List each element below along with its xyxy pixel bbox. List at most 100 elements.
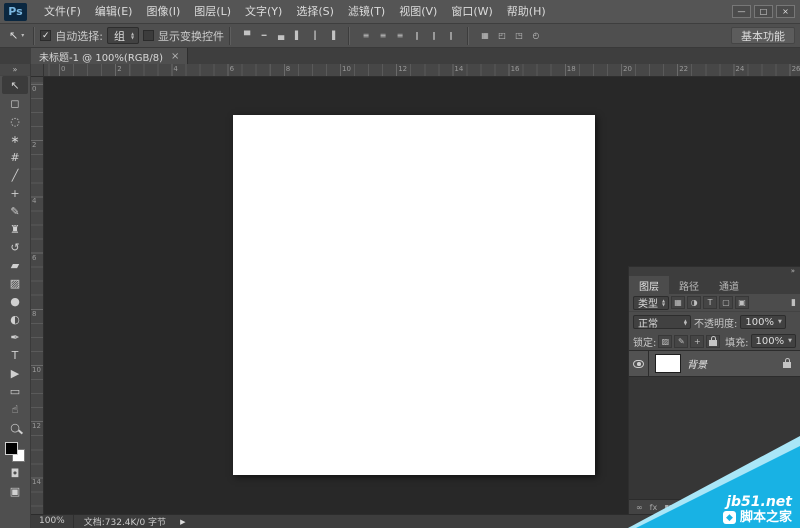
- horizontal-ruler[interactable]: 0 2 4 6 8 10 12 14 16 18 20 22 24 26: [31, 64, 800, 77]
- eyedropper-tool[interactable]: ╱: [2, 166, 28, 184]
- menu-item-type[interactable]: 文字(Y): [238, 0, 289, 24]
- ruler-tick-label: 8: [32, 309, 37, 318]
- lock-all-icon[interactable]: [706, 334, 721, 348]
- rotate-3d-icon[interactable]: ◰: [494, 28, 510, 44]
- brush-tool[interactable]: ✎: [2, 202, 28, 220]
- lock-position-icon[interactable]: +: [690, 334, 705, 348]
- distribute-vcenter-icon[interactable]: ≡: [375, 28, 391, 44]
- filter-smartobject-icon[interactable]: ▣: [735, 296, 750, 309]
- lasso-tool[interactable]: ◌: [2, 112, 28, 130]
- filter-type-layer-icon[interactable]: T: [703, 296, 718, 309]
- delete-layer-icon[interactable]: ⊠: [721, 503, 728, 512]
- canvas[interactable]: [233, 115, 595, 475]
- quick-selection-tool[interactable]: ∗: [2, 130, 28, 148]
- filter-type-select[interactable]: 类型 ▲ ▼: [633, 295, 670, 310]
- menu-item-view[interactable]: 视图(V): [392, 0, 444, 24]
- ruler-tick-label: 12: [398, 65, 408, 73]
- document-tab[interactable]: 未标题-1 @ 100%(RGB/8) ×: [31, 48, 189, 64]
- lock-paint-icon[interactable]: ✎: [674, 334, 689, 348]
- status-flyout-icon[interactable]: ▶: [180, 518, 185, 526]
- minimize-button[interactable]: —: [732, 5, 751, 18]
- lock-transparency-icon[interactable]: ▨: [658, 334, 673, 348]
- adjustment-layer-icon[interactable]: ◑: [679, 503, 686, 512]
- hand-tool[interactable]: ☝: [2, 400, 28, 418]
- new-layer-icon[interactable]: ⊞: [707, 503, 714, 512]
- horizontal-type-tool[interactable]: T: [2, 346, 28, 364]
- distribute-right-icon[interactable]: ∥: [443, 28, 459, 44]
- align-right-icon[interactable]: ▐: [324, 28, 340, 44]
- distribute-hcenter-icon[interactable]: ∥: [426, 28, 442, 44]
- path-selection-tool[interactable]: ▶: [2, 364, 28, 382]
- distribute-left-icon[interactable]: ∥: [409, 28, 425, 44]
- align-top-icon[interactable]: ▀: [239, 28, 255, 44]
- blur-tool[interactable]: ●: [2, 292, 28, 310]
- foreground-color-swatch[interactable]: [5, 442, 18, 455]
- filter-adjustment-icon[interactable]: ◑: [687, 296, 702, 309]
- ruler-tick-label: 0: [61, 65, 66, 73]
- align-left-icon[interactable]: ▌: [290, 28, 306, 44]
- menu-item-window[interactable]: 窗口(W): [444, 0, 499, 24]
- quick-selection-tool-icon: ∗: [10, 132, 20, 146]
- align-bottom-icon[interactable]: ▄: [273, 28, 289, 44]
- gradient-tool[interactable]: ▨: [2, 274, 28, 292]
- tool-preset-picker[interactable]: ↖ ▾: [5, 29, 28, 42]
- collapse-panels-icon[interactable]: »: [791, 267, 795, 276]
- pan-3d-icon[interactable]: ◴: [528, 28, 544, 44]
- filter-toggle-icon[interactable]: ▮: [791, 298, 796, 308]
- menu-item-select[interactable]: 选择(S): [289, 0, 341, 24]
- quick-mask-button[interactable]: ◘: [2, 464, 28, 482]
- chevron-down-icon: ▾: [21, 32, 25, 39]
- opacity-select[interactable]: 100% ▼: [740, 315, 786, 329]
- zoom-tool[interactable]: ○: [2, 418, 28, 436]
- tab-layers[interactable]: 图层: [629, 276, 669, 294]
- rectangle-tool[interactable]: ▭: [2, 382, 28, 400]
- eraser-tool[interactable]: ▰: [2, 256, 28, 274]
- pen-tool[interactable]: ✒: [2, 328, 28, 346]
- layer-row-background[interactable]: 背景: [629, 351, 800, 377]
- align-hcenter-icon[interactable]: ┃: [307, 28, 323, 44]
- layer-mask-icon[interactable]: ◧: [664, 503, 672, 512]
- screen-mode-button[interactable]: ▣: [2, 482, 28, 500]
- menu-item-image[interactable]: 图像(I): [139, 0, 187, 24]
- menu-item-layer[interactable]: 图层(L): [187, 0, 238, 24]
- spot-healing-brush-tool[interactable]: +: [2, 184, 28, 202]
- rectangular-marquee-tool[interactable]: ◻: [2, 94, 28, 112]
- visibility-toggle[interactable]: [629, 351, 649, 376]
- auto-align-icon[interactable]: ▦: [477, 28, 493, 44]
- blend-mode-select[interactable]: 正常 ▲ ▼: [633, 315, 691, 330]
- clone-stamp-tool[interactable]: ♜: [2, 220, 28, 238]
- auto-select-checkbox[interactable]: ✓: [40, 30, 52, 41]
- tab-close-icon[interactable]: ×: [171, 51, 179, 62]
- layer-thumbnail[interactable]: [655, 354, 681, 373]
- filter-pixel-icon[interactable]: ▦: [671, 296, 686, 309]
- filter-shape-icon[interactable]: ▢: [719, 296, 734, 309]
- workspace-switcher-button[interactable]: 基本功能: [731, 27, 795, 44]
- history-brush-tool[interactable]: ↺: [2, 238, 28, 256]
- roll-3d-icon[interactable]: ◳: [511, 28, 527, 44]
- crop-tool[interactable]: #: [2, 148, 28, 166]
- tab-paths[interactable]: 路径: [669, 276, 709, 294]
- menu-item-help[interactable]: 帮助(H): [500, 0, 553, 24]
- dodge-tool[interactable]: ◐: [2, 310, 28, 328]
- menu-item-filter[interactable]: 滤镜(T): [341, 0, 392, 24]
- separator: [229, 26, 232, 45]
- link-layers-icon[interactable]: ∞: [636, 503, 643, 512]
- menu-item-file[interactable]: 文件(F): [37, 0, 88, 24]
- maximize-button[interactable]: □: [754, 5, 773, 18]
- menu-item-edit[interactable]: 编辑(E): [88, 0, 140, 24]
- distribute-bottom-icon[interactable]: ≡: [392, 28, 408, 44]
- distribute-top-icon[interactable]: ≡: [358, 28, 374, 44]
- fill-select[interactable]: 100% ▼: [750, 334, 796, 348]
- show-transform-checkbox[interactable]: [143, 30, 155, 41]
- collapse-toolbar-icon[interactable]: »: [0, 64, 30, 76]
- tab-channels[interactable]: 通道: [709, 276, 749, 294]
- auto-select-target-select[interactable]: 组 ▲ ▼: [106, 27, 140, 44]
- close-button[interactable]: ×: [776, 5, 795, 18]
- layer-group-icon[interactable]: ▤: [693, 503, 701, 512]
- align-vcenter-icon[interactable]: ━: [256, 28, 272, 44]
- layer-effects-icon[interactable]: fx: [650, 503, 658, 512]
- move-tool[interactable]: ↖: [2, 76, 28, 94]
- vertical-ruler[interactable]: 0 2 4 6 8 10 12 14: [31, 77, 44, 514]
- zoom-level-field[interactable]: 100%: [31, 515, 74, 528]
- ruler-origin-corner[interactable]: [31, 64, 44, 77]
